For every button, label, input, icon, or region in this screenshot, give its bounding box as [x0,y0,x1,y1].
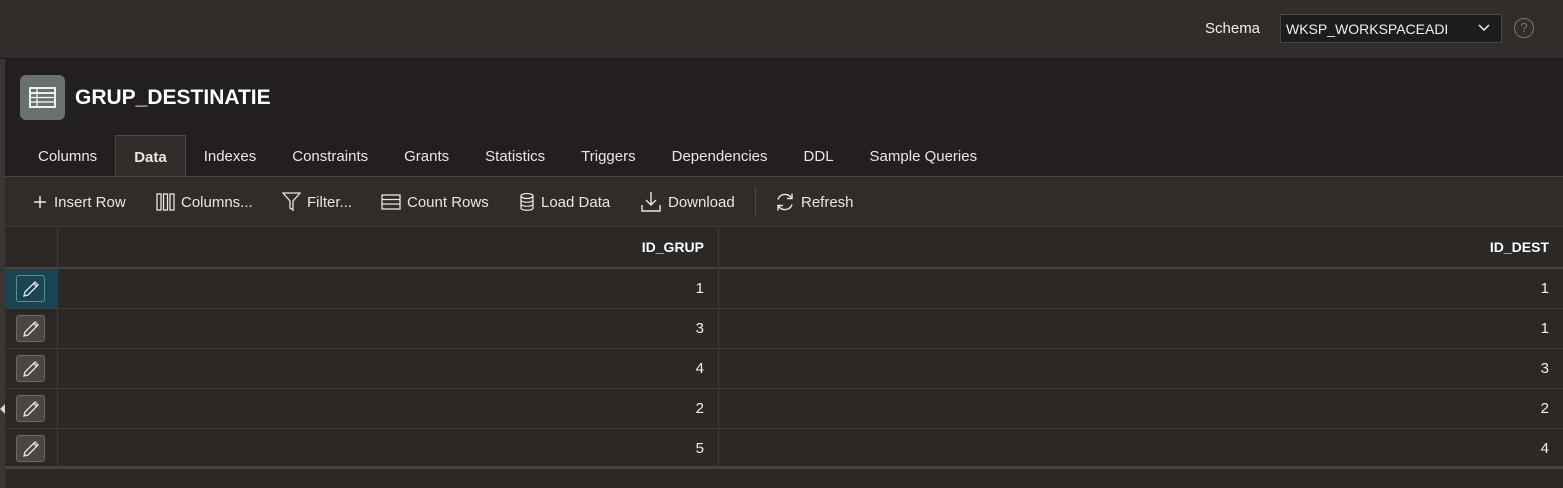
cell-id-grup[interactable]: 5 [58,429,719,468]
cell-id-grup[interactable]: 1 [58,269,719,308]
schema-select-value: WKSP_WORKSPACEADI [1286,21,1449,37]
refresh-button[interactable]: Refresh [775,191,854,213]
tab-sample-queries[interactable]: Sample Queries [852,135,996,176]
table-row[interactable]: 5 4 [5,429,1563,469]
row-actions-cell [5,349,58,388]
pencil-icon [23,281,39,297]
columns-button[interactable]: Columns... [156,191,253,213]
edit-row-button[interactable] [16,355,45,382]
pencil-icon [23,321,39,337]
chevron-down-icon [1477,21,1491,38]
schema-label: Schema [1205,20,1261,37]
tab-data[interactable]: Data [115,135,186,176]
cell-id-dest[interactable]: 3 [719,349,1563,388]
grid-header-actions [5,227,58,267]
count-rows-icon [381,194,401,210]
grid-header: ID_GRUP ID_DEST [5,226,1563,269]
cell-id-grup[interactable]: 3 [58,309,719,348]
filter-label: Filter... [307,193,353,211]
table-row[interactable]: 3 1 [5,309,1563,349]
page-title: GRUP_DESTINATIE [75,86,271,109]
pencil-icon [23,401,39,417]
toolbar-divider [755,187,756,217]
table-icon [20,75,65,120]
edit-row-button[interactable] [16,435,45,462]
columns-icon [156,193,175,211]
help-icon[interactable]: ? [1514,18,1534,38]
row-actions-cell [5,389,58,428]
table-row[interactable]: 2 2 [5,389,1563,429]
columns-label: Columns... [181,193,253,211]
insert-row-label: Insert Row [54,193,126,211]
filter-button[interactable]: Filter... [282,191,352,213]
insert-row-button[interactable]: Insert Row [32,191,126,213]
plus-icon [34,196,46,208]
edit-row-button[interactable] [16,315,45,342]
table-row[interactable]: 1 1 [5,269,1563,309]
edit-row-button[interactable] [16,395,45,422]
refresh-icon [777,193,793,211]
load-data-label: Load Data [541,193,611,211]
row-actions-cell [5,269,58,308]
cell-id-dest[interactable]: 1 [719,269,1563,308]
row-actions-cell [5,429,58,468]
tab-dependencies[interactable]: Dependencies [654,135,786,176]
filter-icon [282,192,301,212]
download-button[interactable]: Download [640,191,735,213]
cell-id-grup[interactable]: 4 [58,349,719,388]
cell-id-dest[interactable]: 2 [719,389,1563,428]
tab-ddl[interactable]: DDL [786,135,852,176]
cell-id-grup[interactable]: 2 [58,389,719,428]
pencil-icon [23,441,39,457]
cell-id-dest[interactable]: 1 [719,309,1563,348]
tab-statistics[interactable]: Statistics [467,135,563,176]
data-grid: ID_GRUP ID_DEST 1 1 3 1 4 3 2 2 5 4 [5,226,1563,469]
table-row[interactable]: 4 3 [5,349,1563,389]
pencil-icon [23,361,39,377]
tab-constraints[interactable]: Constraints [274,135,386,176]
tab-triggers[interactable]: Triggers [563,135,653,176]
download-label: Download [668,193,735,211]
edit-row-button[interactable] [16,275,45,302]
refresh-label: Refresh [801,193,854,211]
download-icon [641,192,661,212]
tab-bar: Columns Data Indexes Constraints Grants … [20,135,995,176]
column-header-id-grup[interactable]: ID_GRUP [58,227,719,267]
schema-select[interactable]: WKSP_WORKSPACEADI [1280,14,1502,43]
tab-columns[interactable]: Columns [20,135,115,176]
cell-id-dest[interactable]: 4 [719,429,1563,468]
tab-indexes[interactable]: Indexes [186,135,275,176]
count-rows-label: Count Rows [407,193,489,211]
load-data-button[interactable]: Load Data [519,191,610,213]
column-header-id-dest[interactable]: ID_DEST [719,227,1563,267]
grid-bottom-border [5,466,1563,469]
row-actions-cell [5,309,58,348]
tab-grants[interactable]: Grants [386,135,467,176]
database-icon [520,192,534,211]
count-rows-button[interactable]: Count Rows [381,191,489,213]
data-toolbar: Insert Row Columns... Filter... Count Ro… [5,176,1563,226]
top-bar: Schema WKSP_WORKSPACEADI ? [0,0,1563,59]
